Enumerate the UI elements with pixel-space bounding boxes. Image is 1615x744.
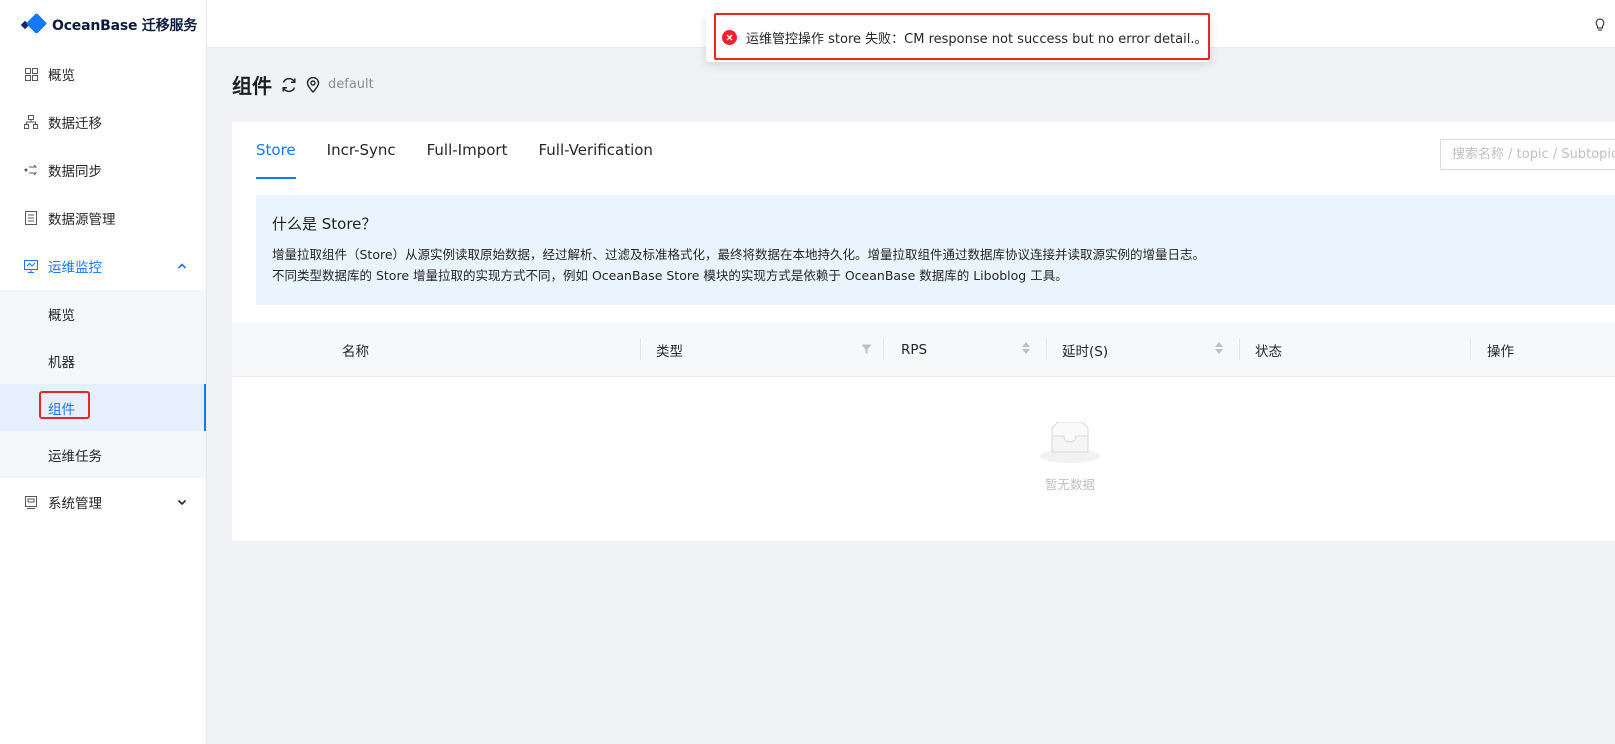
- components-table: 名称 类型 RPS 延时(S) 状态 操作 暂无数据: [232, 322, 1615, 492]
- refresh-icon[interactable]: [280, 76, 298, 94]
- oceanbase-logo-icon: [20, 12, 48, 37]
- sidebar-item-datasource[interactable]: 数据源管理: [0, 194, 206, 242]
- sidebar-subitem-overview[interactable]: 概览: [0, 290, 206, 337]
- sidebar-subitem-components[interactable]: 组件: [0, 384, 206, 431]
- sidebar-subitem-label: 概览: [48, 307, 75, 324]
- tab-store[interactable]: Store: [256, 122, 296, 179]
- brand-logo[interactable]: OceanBase 迁移服务: [0, 0, 206, 50]
- sort-icon[interactable]: [1022, 342, 1030, 354]
- environment-name: default: [328, 77, 374, 92]
- sidebar-item-data-sync[interactable]: 数据同步: [0, 146, 206, 194]
- chevron-down-icon: [176, 496, 188, 508]
- lightbulb-icon[interactable]: [1595, 17, 1605, 36]
- info-banner: 什么是 Store？ 增量拉取组件（Store）从源实例读取原始数据，经过解析、…: [256, 195, 1615, 305]
- column-header-latency: 延时(S): [1062, 343, 1109, 360]
- ops-submenu: 概览 机器 组件 运维任务: [0, 290, 206, 478]
- tab-incr-sync[interactable]: Incr-Sync: [327, 122, 396, 178]
- component-tabs: Store Incr-Sync Full-Import Full-Verific…: [256, 122, 684, 179]
- location-pin-icon: [306, 76, 320, 93]
- search-input[interactable]: [1441, 140, 1615, 169]
- sidebar-menu-bottom: 系统管理: [0, 478, 206, 526]
- sidebar-subitem-machines[interactable]: 机器: [0, 337, 206, 384]
- sidebar-subitem-ops-tasks[interactable]: 运维任务: [0, 431, 206, 478]
- column-divider: [883, 338, 884, 360]
- column-header-name: 名称: [342, 343, 369, 360]
- column-header-type: 类型: [656, 343, 683, 360]
- sidebar-menu: 概览 数据迁移 数据同步 数据源管理 运维监控: [0, 50, 206, 290]
- column-header-rps: RPS: [901, 341, 928, 358]
- empty-text: 暂无数据: [1044, 477, 1095, 492]
- sidebar-item-ops-monitor[interactable]: 运维监控: [0, 242, 206, 290]
- sidebar-subitem-label: 机器: [48, 354, 75, 371]
- sidebar-item-label: 运维监控: [48, 260, 102, 276]
- page-title: 组件: [232, 74, 272, 98]
- tab-full-verification[interactable]: Full-Verification: [538, 122, 652, 178]
- tab-full-import[interactable]: Full-Import: [427, 122, 508, 178]
- sync-icon: [24, 163, 38, 177]
- filter-icon[interactable]: [861, 343, 872, 359]
- column-divider: [640, 338, 641, 360]
- migration-icon: [24, 115, 38, 129]
- dashboard-icon: [24, 67, 38, 81]
- page-header: 组件 default: [232, 70, 374, 99]
- sidebar-item-label: 数据源管理: [48, 212, 116, 228]
- column-header-status: 状态: [1255, 343, 1282, 360]
- info-line-2: 不同类型数据库的 Store 增量拉取的实现方式不同，例如 OceanBase …: [272, 268, 1068, 283]
- sidebar-item-label: 数据同步: [48, 164, 102, 180]
- empty-inbox-icon: [1038, 421, 1102, 468]
- datasource-icon: [24, 211, 38, 225]
- sidebar-item-label: 数据迁移: [48, 116, 102, 132]
- components-card: Store Incr-Sync Full-Import Full-Verific…: [232, 122, 1615, 541]
- search-box: [1440, 139, 1615, 170]
- info-title: 什么是 Store？: [272, 215, 377, 233]
- highlight-box: [714, 13, 1210, 60]
- info-line-1: 增量拉取组件（Store）从源实例读取原始数据，经过解析、过滤及标准格式化，最终…: [272, 247, 1206, 262]
- sidebar-subitem-label: 运维任务: [48, 448, 102, 465]
- sidebar-item-label: 概览: [48, 68, 75, 84]
- sidebar: OceanBase 迁移服务 概览 数据迁移 数据同步 数据源管理 运维监控 概…: [0, 0, 207, 744]
- sidebar-item-data-migration[interactable]: 数据迁移: [0, 98, 206, 146]
- sidebar-item-label: 系统管理: [48, 496, 102, 512]
- table-header: 名称 类型 RPS 延时(S) 状态 操作: [232, 322, 1615, 377]
- empty-state: 暂无数据: [232, 378, 1615, 540]
- sidebar-item-system[interactable]: 系统管理: [0, 478, 206, 526]
- chevron-up-icon: [176, 260, 188, 272]
- column-divider: [1470, 338, 1471, 360]
- highlight-box: [39, 391, 90, 419]
- monitor-icon: [24, 259, 38, 273]
- sidebar-item-overview[interactable]: 概览: [0, 50, 206, 98]
- sort-icon[interactable]: [1215, 342, 1223, 354]
- column-divider: [1046, 338, 1047, 360]
- column-header-actions: 操作: [1487, 343, 1514, 360]
- system-icon: [24, 495, 38, 509]
- column-divider: [1239, 338, 1240, 360]
- brand-name: OceanBase 迁移服务: [52, 18, 198, 34]
